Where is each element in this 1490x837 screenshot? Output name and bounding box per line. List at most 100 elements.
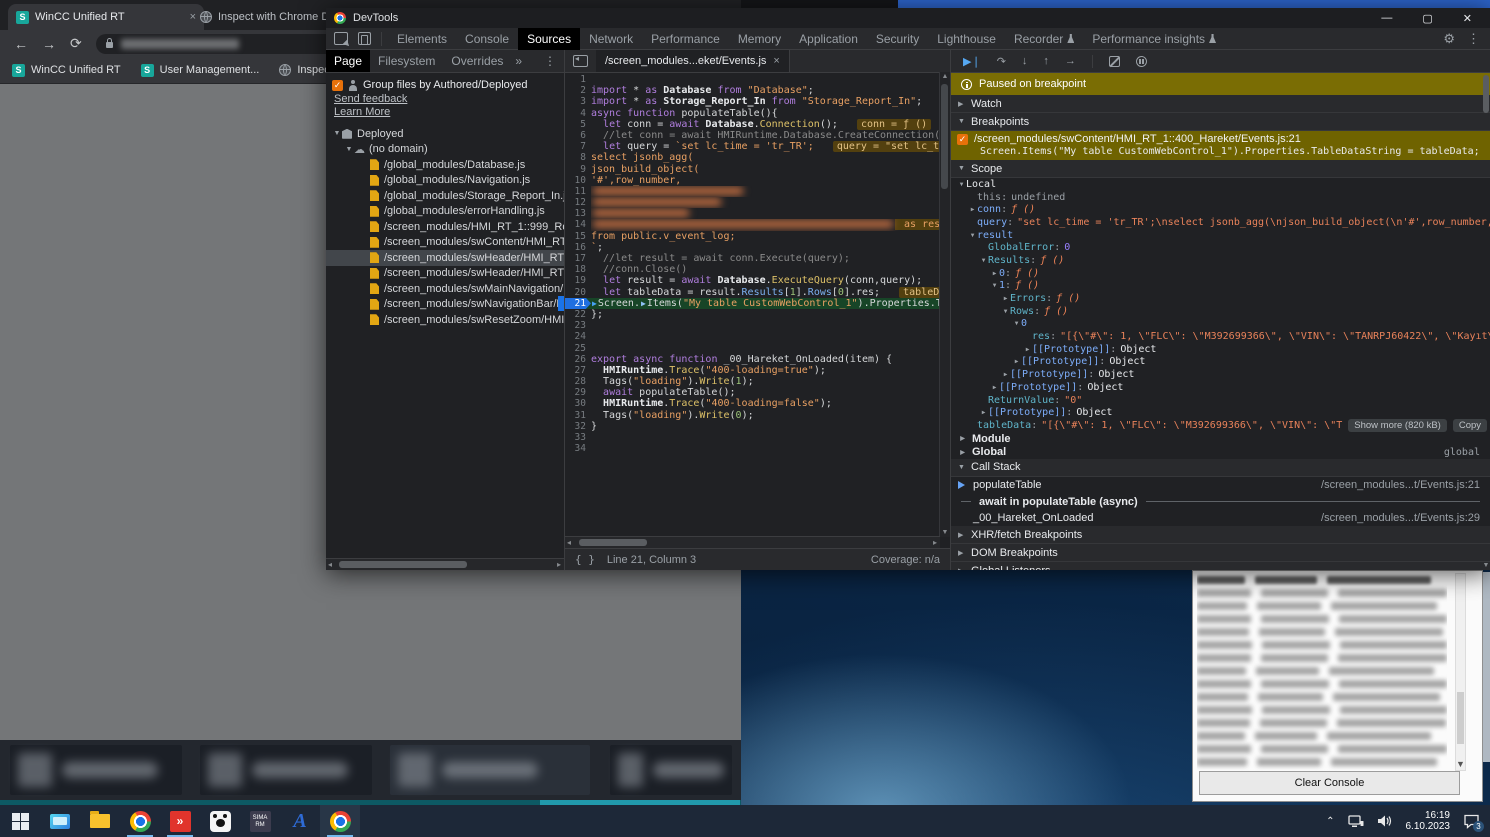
scope-row-result[interactable]: ▼result	[951, 229, 1490, 242]
tree-file-item[interactable]: /screen_modules/swHeader/HMI_RT_1::Heade…	[326, 250, 564, 266]
code-line[interactable]: 32}	[565, 421, 940, 432]
more-tabs-icon[interactable]: »	[511, 54, 526, 68]
scroll-down-icon[interactable]: ▼	[1455, 759, 1466, 769]
line-number[interactable]: 31	[565, 410, 591, 421]
tree-file-item[interactable]: /screen_modules/swResetZoom/HMI_RT_1::Re…	[326, 312, 564, 328]
tree-file-item[interactable]: /screen_modules/swContent/HMI_RT_1::400_…	[326, 235, 564, 251]
tab-sources[interactable]: Sources	[518, 28, 580, 50]
code-line[interactable]: 29 await populateTable();	[565, 387, 940, 398]
learn-more-link[interactable]: Learn More	[334, 106, 564, 118]
tree-file-item[interactable]: /global_modules/Storage_Report_In.js	[326, 188, 564, 204]
editor-vscrollbar[interactable]: ▲ ▼	[939, 72, 950, 537]
device-toolbar-icon[interactable]	[358, 32, 371, 45]
line-number[interactable]: 25	[565, 343, 591, 354]
network-icon[interactable]	[1348, 814, 1364, 828]
line-number[interactable]: 30	[565, 398, 591, 409]
code-line[interactable]: 6 //let conn = await HMIRuntime.Database…	[565, 130, 940, 141]
pretty-print-icon[interactable]: { }	[575, 553, 595, 566]
code-line[interactable]: 26export async function _00_Hareket_OnLo…	[565, 354, 940, 365]
scroll-left-icon[interactable]: ◂	[328, 560, 332, 569]
line-number[interactable]: 20	[565, 287, 591, 298]
nav-tile-redacted[interactable]	[390, 745, 590, 795]
code-line[interactable]: 4async function populateTable(){	[565, 108, 940, 119]
code-line[interactable]: 5 let conn = await Database.Connection()…	[565, 119, 940, 130]
scroll-right-icon[interactable]: ▸	[557, 560, 561, 569]
line-number[interactable]: 4	[565, 108, 591, 119]
line-number[interactable]: 9	[565, 164, 591, 175]
scope-row-this[interactable]: this:undefined	[951, 191, 1490, 204]
line-number[interactable]: 29	[565, 387, 591, 398]
inspect-element-icon[interactable]	[334, 32, 348, 45]
code-line[interactable]: 7 let query = `set lc_time = 'tr_TR'; qu…	[565, 141, 940, 152]
taskbar-item-display[interactable]	[40, 805, 80, 837]
scope-row-query[interactable]: query:"set lc_time = 'tr_TR';\nselect js…	[951, 216, 1490, 229]
section-header-xhr-fetch-breakpoints[interactable]: ▶XHR/fetch Breakpoints	[951, 526, 1490, 544]
checkbox-checked-icon[interactable]: ✓	[332, 80, 343, 91]
scrollbar-thumb[interactable]	[579, 539, 647, 546]
tab-memory[interactable]: Memory	[729, 28, 790, 50]
line-number[interactable]: 13	[565, 208, 591, 219]
line-number[interactable]: 26	[565, 354, 591, 365]
line-number[interactable]: 23	[565, 320, 591, 331]
navigator-menu-icon[interactable]: ⋮	[544, 54, 564, 68]
code-line[interactable]: 10'#',row_number,	[565, 175, 940, 186]
scope-row-prototype[interactable]: ▶[[Prototype]]:Object	[951, 381, 1490, 394]
code-line[interactable]: 22};	[565, 309, 940, 320]
scroll-left-icon[interactable]: ◂	[567, 538, 571, 547]
tree-file-item[interactable]: /screen_modules/swNavigationBar/HMI_RT_1…	[326, 297, 564, 313]
group-files-row[interactable]: ✓ Group files by Authored/Deployed	[332, 79, 560, 91]
close-file-icon[interactable]: ×	[773, 55, 779, 67]
send-feedback-link[interactable]: Send feedback	[334, 93, 564, 105]
scope-row-tabledata[interactable]: tableData:"[{\"#\": 1, \"FLC\": \"M39269…	[951, 419, 1490, 432]
breakpoint-checkbox[interactable]: ✓	[957, 134, 968, 145]
line-number[interactable]: 10	[565, 175, 591, 186]
resume-button[interactable]: ▶❘	[963, 55, 981, 68]
notification-center-icon[interactable]: 3	[1463, 814, 1480, 829]
tree-root-deployed[interactable]: ▼Deployed	[326, 126, 564, 142]
scroll-down-icon[interactable]: ▼	[940, 529, 950, 536]
code-line[interactable]: 27 HMIRuntime.Trace("400-loading=true");	[565, 365, 940, 376]
call-stack-section-header[interactable]: ▼ Call Stack	[951, 459, 1490, 477]
code-line[interactable]: 34	[565, 443, 940, 454]
line-number[interactable]: 2	[565, 85, 591, 96]
scope-module-row[interactable]: ▶ Module	[951, 432, 1490, 446]
scope-row-0[interactable]: ▼0	[951, 318, 1490, 331]
line-number[interactable]: 8	[565, 152, 591, 163]
code-line[interactable]: 17 //let result = await conn.Execute(que…	[565, 253, 940, 264]
tab-security[interactable]: Security	[867, 28, 928, 50]
more-options-icon[interactable]: ⋮	[1467, 31, 1480, 47]
code-line[interactable]: 2import * as Database from "Database";	[565, 85, 940, 96]
line-number[interactable]: 3	[565, 96, 591, 107]
code-line[interactable]: 13	[565, 208, 940, 219]
code-line[interactable]: 8select jsonb_agg(	[565, 152, 940, 163]
code-line[interactable]: 14 as res	[565, 219, 940, 230]
start-button[interactable]	[0, 805, 40, 837]
scope-row-res[interactable]: res:"[{\"#\": 1, \"FLC\": \"M392699366\"…	[951, 330, 1490, 343]
tab-application[interactable]: Application	[790, 28, 867, 50]
section-header-global-listeners[interactable]: ▶Global Listeners	[951, 562, 1490, 570]
line-number[interactable]: 17	[565, 253, 591, 264]
code-line[interactable]: 25	[565, 343, 940, 354]
scope-global-row[interactable]: ▶ Global global	[951, 445, 1490, 459]
code-line[interactable]: 1	[565, 74, 940, 85]
tab-close-icon[interactable]: ×	[190, 11, 196, 23]
bookmark-item[interactable]: SWinCC Unified RT	[12, 64, 121, 77]
tab-recorder[interactable]: Recorder	[1005, 28, 1083, 50]
code-line[interactable]: 12	[565, 197, 940, 208]
step-over-button[interactable]: ↷	[997, 55, 1006, 68]
breakpoint-entry[interactable]: ✓ /screen_modules/swContent/HMI_RT_1::40…	[951, 131, 1490, 160]
nav-tile-redacted[interactable]	[10, 745, 182, 795]
line-number[interactable]: 16	[565, 242, 591, 253]
line-number[interactable]: 5	[565, 119, 591, 130]
code-editor[interactable]: 12import * as Database from "Database";3…	[565, 72, 940, 537]
tab-elements[interactable]: Elements	[388, 28, 456, 50]
step-into-button[interactable]: ↓	[1022, 55, 1028, 67]
browser-tab-active[interactable]: S WinCC Unified RT ×	[8, 4, 204, 30]
maximize-button[interactable]: ▢	[1422, 12, 1432, 25]
file-tab-events-js[interactable]: /screen_modules...eket/Events.js ×	[596, 50, 790, 72]
taskbar-item-tia[interactable]: »	[160, 805, 200, 837]
call-stack-frame[interactable]: _00_Hareket_OnLoaded/screen_modules...t/…	[951, 510, 1490, 527]
clear-console-button[interactable]: Clear Console	[1199, 771, 1460, 795]
code-line[interactable]: 33	[565, 432, 940, 443]
minimize-button[interactable]: —	[1381, 12, 1392, 25]
